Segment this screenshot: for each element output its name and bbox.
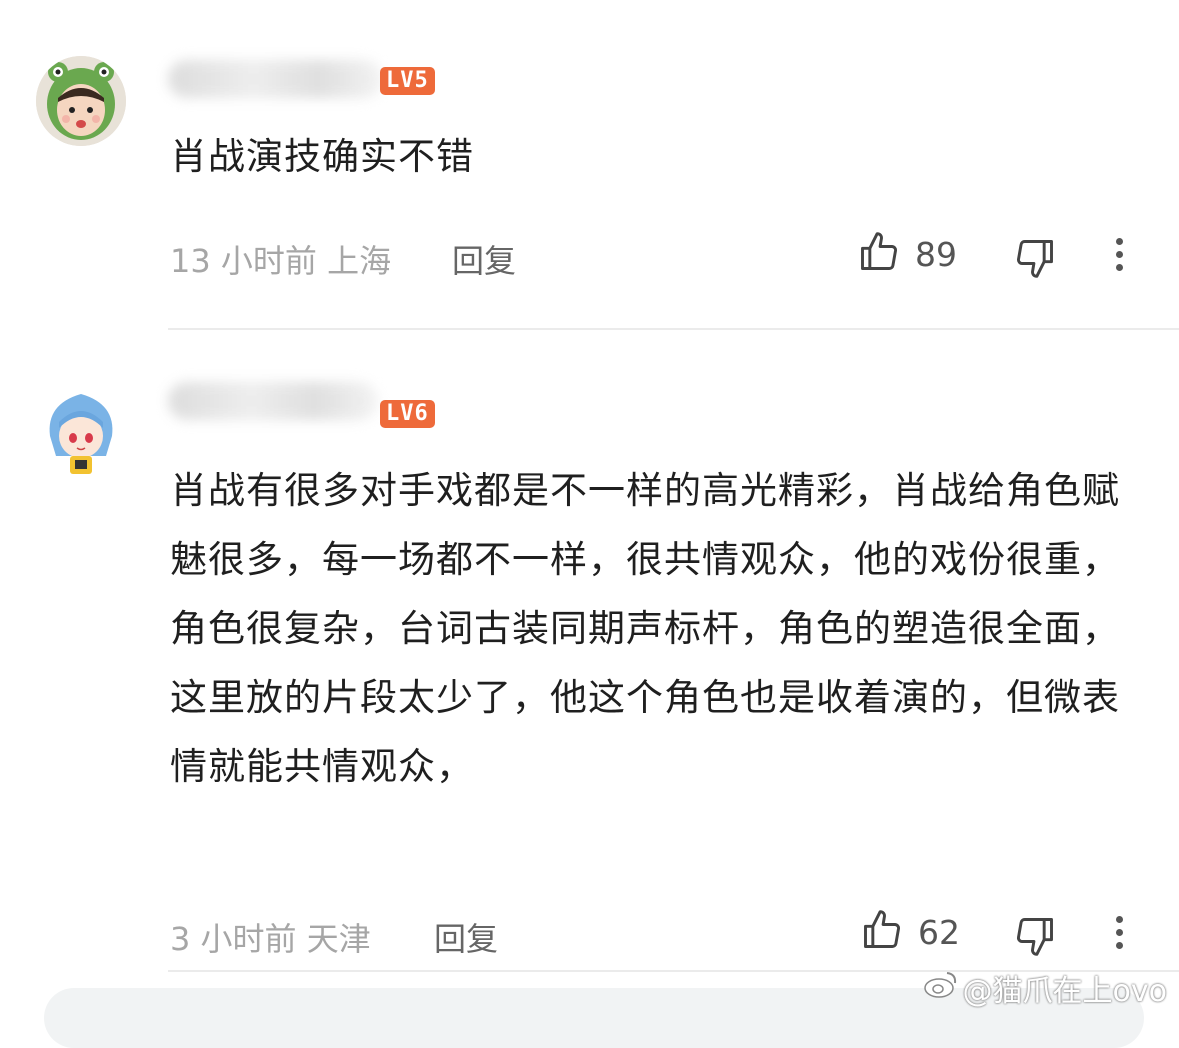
avatar[interactable] [36,386,126,476]
thumbs-down-icon[interactable] [1013,914,1057,962]
username-blurred[interactable] [168,60,383,98]
level-badge: LV6 [380,400,435,428]
weibo-icon [923,969,959,1007]
reply-button[interactable]: 回复 [434,914,498,960]
comment-meta: 13 小时前 上海 [170,242,392,280]
thumbs-up-icon [857,230,901,278]
comment-item: LV5 肖战演技确实不错 13 小时前 上海 回复 89 [0,0,1179,330]
comment-meta: 3 小时前 天津 [170,920,371,958]
level-badge: LV5 [380,67,435,95]
watermark: @猫爪在上ovo [923,966,1167,1010]
watermark-text: @猫爪在上ovo [962,974,1167,1009]
reply-button[interactable]: 回复 [452,236,516,282]
more-options-button[interactable] [1114,238,1124,277]
username-blurred[interactable] [168,382,378,420]
avatar[interactable] [36,56,126,146]
like-count: 89 [915,234,957,274]
like-button[interactable]: 89 [857,230,957,278]
comment-text: 肖战演技确实不错 [170,135,474,178]
more-options-button[interactable] [1114,916,1124,955]
thumbs-up-icon [860,908,904,956]
like-button[interactable]: 62 [860,908,960,956]
comment-item: LV6 肖战有很多对手戏都是不一样的高光精彩，肖战给角色赋魅很多，每一场都不一样… [0,330,1179,970]
comment-text: 肖战有很多对手戏都是不一样的高光精彩，肖战给角色赋魅很多，每一场都不一样，很共情… [170,469,1120,788]
like-count: 62 [918,912,960,952]
thumbs-down-icon[interactable] [1013,236,1057,284]
